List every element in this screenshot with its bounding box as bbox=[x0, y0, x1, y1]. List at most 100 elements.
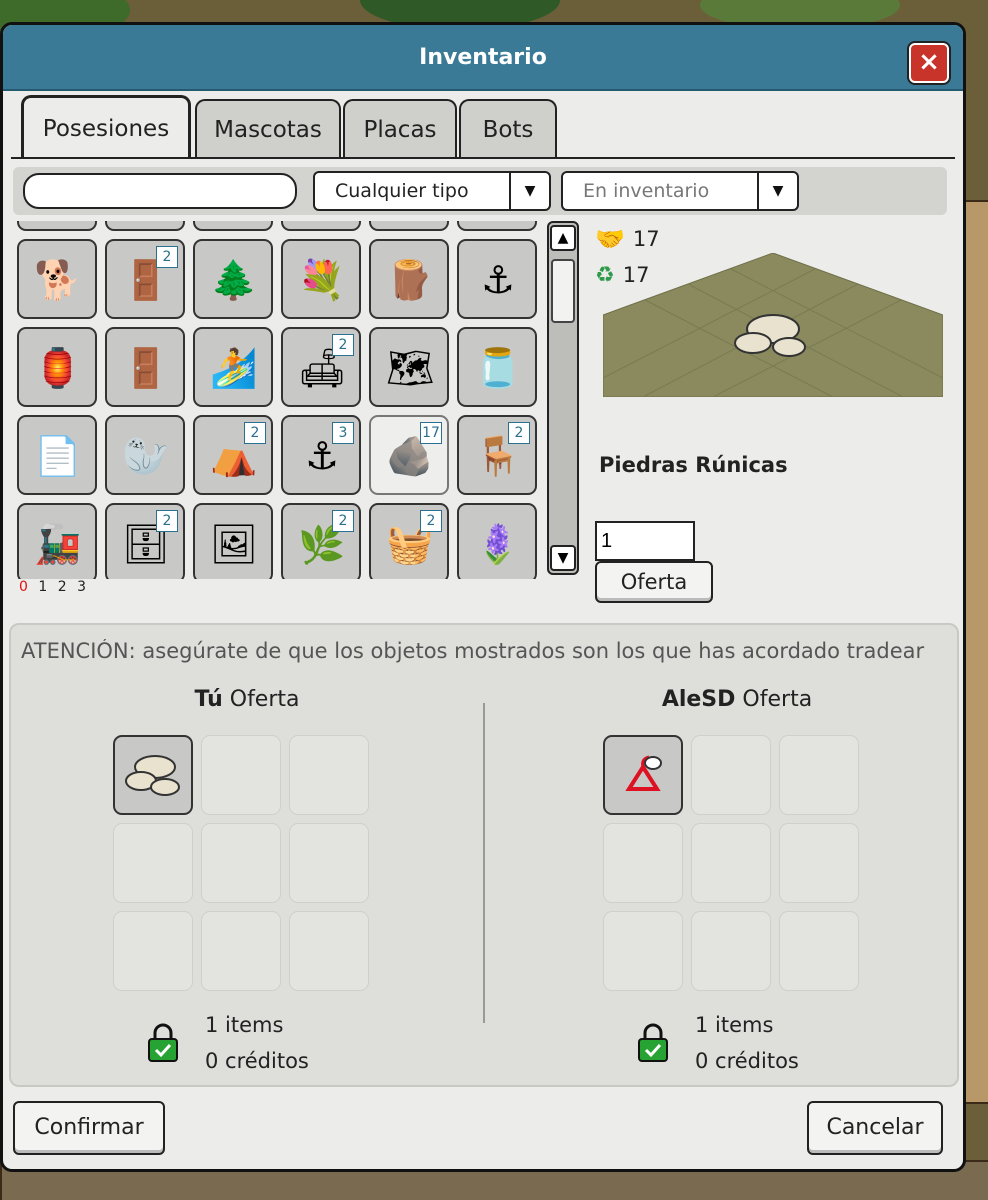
offer-slot-filled[interactable] bbox=[603, 735, 683, 815]
item-count-badge: 2 bbox=[508, 422, 530, 444]
item-count-badge: 2 bbox=[420, 510, 442, 532]
inventory-slot[interactable]: 🐕 bbox=[17, 239, 97, 319]
close-icon: × bbox=[918, 47, 940, 77]
fence-bench-icon: 🪵 bbox=[386, 258, 434, 302]
your-credits: 0 créditos bbox=[205, 1049, 309, 1073]
inventory-grid: 🐕 🚪 2 🌲 💐 🪵 ⚓ 🏮 🚪 🏄 🛋 2 🗺 🫙 📄 🦭 ⛺ 2 ⚓ 3 🪨 17 🪑 2 🚂 🗄 2 🖼 🌿 2 🧺 2 🪻 bbox=[15, 221, 541, 579]
offer-slot-empty bbox=[289, 823, 369, 903]
offer-slot-empty bbox=[603, 911, 683, 991]
tab-placas[interactable]: Placas bbox=[343, 99, 457, 157]
dog-plush-icon: 🐕 bbox=[34, 258, 82, 302]
inventory-slot[interactable]: 🫙 bbox=[457, 327, 537, 407]
inventory-slot[interactable]: 🖼 bbox=[193, 503, 273, 579]
inventory-scrollbar[interactable]: ▲ ▼ bbox=[547, 221, 579, 575]
trade-panel: ATENCIÓN: asegúrate de que los objetos m… bbox=[9, 623, 959, 1087]
confirm-button[interactable]: Confirmar bbox=[13, 1101, 165, 1155]
inventory-slot[interactable] bbox=[105, 221, 185, 231]
offer-slot-empty bbox=[603, 823, 683, 903]
surfboard-icon: 🏄 bbox=[210, 346, 258, 390]
inventory-slot[interactable]: 🏄 bbox=[193, 327, 273, 407]
inventory-slot[interactable] bbox=[17, 221, 97, 231]
inventory-slot[interactable] bbox=[281, 221, 361, 231]
offer-slot-empty bbox=[691, 911, 771, 991]
cancel-button[interactable]: Cancelar bbox=[807, 1101, 943, 1155]
inventory-slot[interactable]: 🪻 bbox=[457, 503, 537, 579]
inventory-slot[interactable]: 🪵 bbox=[369, 239, 449, 319]
inventory-window: Inventario × Posesiones Mascotas Placas … bbox=[0, 22, 966, 1172]
offer-slot-empty bbox=[201, 823, 281, 903]
tab-posesiones[interactable]: Posesiones bbox=[21, 95, 191, 159]
other-name: AleSD bbox=[661, 687, 736, 712]
item-count-badge: 2 bbox=[156, 246, 178, 268]
scroll-thumb[interactable] bbox=[551, 259, 575, 323]
scroll-down-button[interactable]: ▼ bbox=[550, 545, 576, 571]
inventory-slot[interactable]: 🪨 17 bbox=[369, 415, 449, 495]
chevron-down-icon[interactable]: ▼ bbox=[757, 173, 797, 209]
inventory-slot[interactable]: 🛋 2 bbox=[281, 327, 361, 407]
door-icon: 🚪 bbox=[122, 346, 170, 390]
your-name: Tú bbox=[194, 687, 223, 712]
your-offer-title: Tú Oferta bbox=[87, 687, 407, 712]
inventory-slot[interactable]: 🚪 2 bbox=[105, 239, 185, 319]
type-select-value: Cualquier tipo bbox=[335, 180, 469, 202]
inventory-slot[interactable]: 🌲 bbox=[193, 239, 273, 319]
inventory-slot[interactable] bbox=[193, 221, 273, 231]
glass-jar-icon: 🫙 bbox=[474, 346, 522, 390]
inventory-slot[interactable]: 🦭 bbox=[105, 415, 185, 495]
page-link-0[interactable]: 0 bbox=[19, 579, 31, 595]
page-link-2[interactable]: 2 bbox=[58, 579, 70, 595]
lantern-cart-icon: 🏮 bbox=[34, 346, 82, 390]
search-input[interactable] bbox=[23, 173, 297, 209]
chevron-down-icon[interactable]: ▼ bbox=[509, 173, 549, 209]
inventory-slot[interactable]: 🧺 2 bbox=[369, 503, 449, 579]
other-items-count: 1 items bbox=[695, 1013, 774, 1037]
offer-slot-filled[interactable] bbox=[113, 735, 193, 815]
location-select[interactable]: En inventario ▼ bbox=[561, 171, 799, 211]
inventory-slot[interactable]: ⛺ 2 bbox=[193, 415, 273, 495]
inventory-slot[interactable]: 🪑 2 bbox=[457, 415, 537, 495]
page-link-3[interactable]: 3 bbox=[77, 579, 89, 595]
inventory-slot[interactable]: ⚓ 3 bbox=[281, 415, 361, 495]
page-link-1[interactable]: 1 bbox=[38, 579, 50, 595]
pine-trees-icon: 🌲 bbox=[210, 258, 258, 302]
type-select[interactable]: Cualquier tipo ▼ bbox=[313, 171, 551, 211]
framed-picture-icon: 🖼 bbox=[209, 522, 259, 566]
offer-slot-empty bbox=[201, 735, 281, 815]
lock-icon bbox=[148, 1023, 178, 1062]
offer-slot-empty bbox=[779, 823, 859, 903]
inventory-slot[interactable] bbox=[369, 221, 449, 231]
offer-slot-empty bbox=[113, 823, 193, 903]
item-count-badge: 2 bbox=[332, 510, 354, 532]
offer-slot-empty bbox=[113, 911, 193, 991]
inventory-slot[interactable]: 💐 bbox=[281, 239, 361, 319]
offer-button[interactable]: Oferta bbox=[595, 561, 713, 603]
inventory-slot[interactable]: 🚪 bbox=[105, 327, 185, 407]
trade-notice: ATENCIÓN: asegúrate de que los objetos m… bbox=[21, 639, 925, 663]
handshake-icon: 🤝 bbox=[595, 225, 625, 253]
offer-slot-empty bbox=[201, 911, 281, 991]
paper-note-icon: 📄 bbox=[34, 434, 82, 478]
inventory-slot[interactable] bbox=[457, 221, 537, 231]
item-count-badge: 3 bbox=[332, 422, 354, 444]
item-count-badge: 2 bbox=[332, 334, 354, 356]
inventory-slot[interactable]: 🌿 2 bbox=[281, 503, 361, 579]
quantity-input[interactable] bbox=[595, 521, 695, 561]
tab-divider bbox=[11, 157, 955, 159]
flower-arch-icon: 💐 bbox=[298, 258, 346, 302]
scroll-up-button[interactable]: ▲ bbox=[550, 225, 576, 251]
rune-stones-icon bbox=[115, 755, 191, 817]
inventory-slot[interactable]: 📄 bbox=[17, 415, 97, 495]
close-button[interactable]: × bbox=[909, 43, 949, 83]
item-count-badge: 2 bbox=[156, 510, 178, 532]
tab-mascotas[interactable]: Mascotas bbox=[195, 99, 341, 157]
other-offer-summary: 1 items 0 créditos bbox=[695, 1007, 799, 1079]
inventory-slot[interactable]: ⚓ bbox=[457, 239, 537, 319]
tab-bots[interactable]: Bots bbox=[459, 99, 557, 157]
other-offer-label: Oferta bbox=[742, 687, 813, 712]
inventory-slot[interactable]: 🏮 bbox=[17, 327, 97, 407]
inventory-slot[interactable]: 🗺 bbox=[369, 327, 449, 407]
title-bar[interactable]: Inventario × bbox=[3, 25, 963, 91]
your-offer-summary: 1 items 0 créditos bbox=[205, 1007, 309, 1079]
inventory-slot[interactable]: 🗄 2 bbox=[105, 503, 185, 579]
inventory-slot[interactable]: 🚂 bbox=[17, 503, 97, 579]
